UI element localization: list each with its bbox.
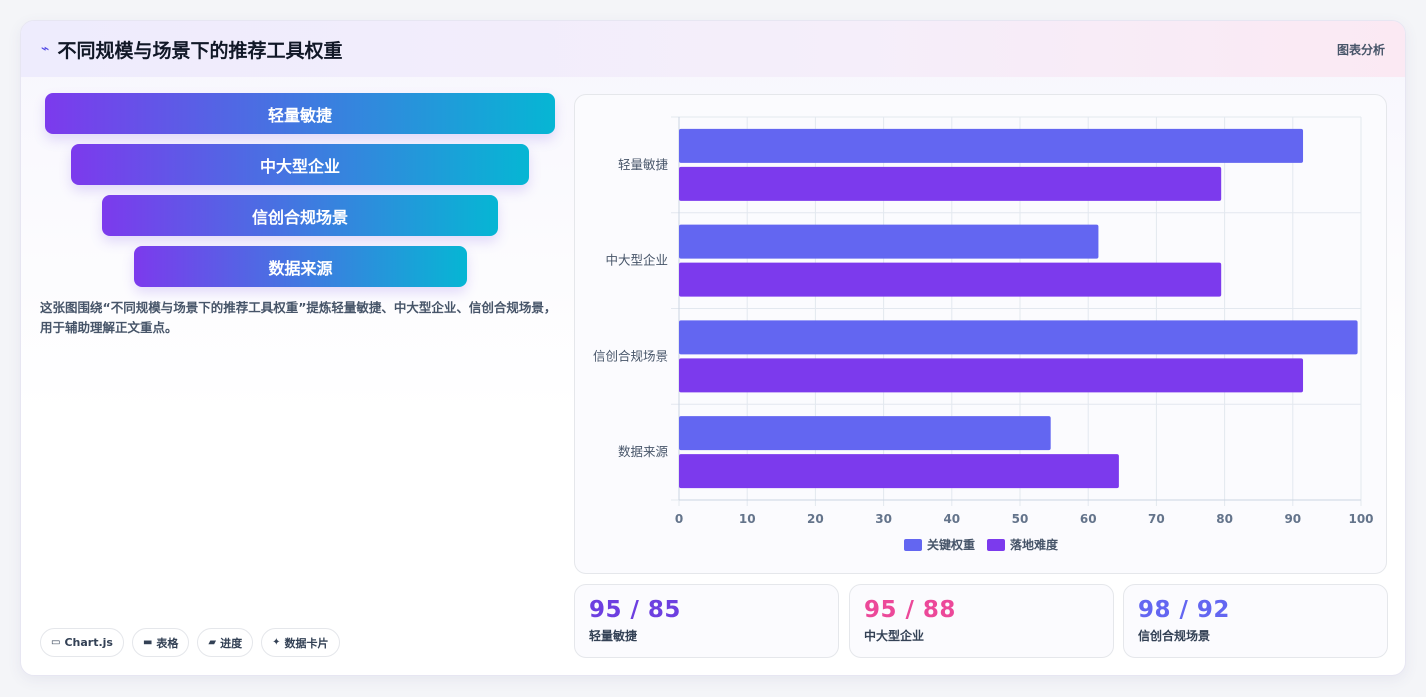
chip-chartjs[interactable]: ▭ Chart.js xyxy=(40,628,124,657)
x-tick-label: 20 xyxy=(807,512,824,526)
x-tick-label: 70 xyxy=(1148,512,1165,526)
card-header: ⌁ 不同规模与场景下的推荐工具权重 图表分析 xyxy=(21,21,1405,77)
stat-card-1: 95 / 85 轻量敏捷 xyxy=(574,584,839,658)
x-tick-label: 30 xyxy=(875,512,892,526)
sparkle-icon: ✦ xyxy=(272,637,281,648)
chip-label: 数据卡片 xyxy=(284,636,329,650)
legend-swatch xyxy=(904,539,922,551)
chip-data-cards[interactable]: ✦ 数据卡片 xyxy=(261,628,340,657)
bar xyxy=(679,358,1304,393)
bar xyxy=(679,128,1304,163)
folder-icon: ▰ xyxy=(208,637,217,648)
stat-label: 中大型企业 xyxy=(864,629,925,643)
stat-value: 98 / 92 xyxy=(1138,597,1230,623)
bar xyxy=(679,454,1119,489)
y-tick-label: 信创合规场景 xyxy=(593,348,668,363)
x-tick-label: 100 xyxy=(1348,512,1373,526)
stat-value: 95 / 88 xyxy=(864,597,956,623)
legend-swatch xyxy=(987,539,1005,551)
chip-label: 进度 xyxy=(220,636,243,650)
y-tick-label: 数据来源 xyxy=(618,444,669,459)
chart-card: ⌁ 不同规模与场景下的推荐工具权重 图表分析 轻量敏捷 中大型企业 信创合规场景… xyxy=(20,20,1406,676)
stat-value: 95 / 85 xyxy=(589,597,681,623)
bar xyxy=(679,262,1222,297)
trend-line-icon: ⌁ xyxy=(41,41,50,57)
funnel-step-3: 信创合规场景 xyxy=(102,195,498,236)
bar xyxy=(679,320,1358,355)
funnel-step-4: 数据来源 xyxy=(134,246,467,287)
bar xyxy=(679,224,1099,259)
table-icon: ▬ xyxy=(142,637,153,648)
bar xyxy=(679,166,1222,201)
x-tick-label: 90 xyxy=(1284,512,1301,526)
y-tick-label: 中大型企业 xyxy=(605,253,668,268)
x-tick-label: 10 xyxy=(739,512,756,526)
x-tick-label: 40 xyxy=(943,512,960,526)
stat-label: 轻量敏捷 xyxy=(589,629,638,643)
header-tag: 图表分析 xyxy=(1336,42,1385,57)
stat-card-2: 95 / 88 中大型企业 xyxy=(849,584,1114,658)
chip-progress[interactable]: ▰ 进度 xyxy=(197,628,254,657)
header-title-group: ⌁ 不同规模与场景下的推荐工具权重 xyxy=(41,36,342,63)
stat-card-3: 98 / 92 信创合规场景 xyxy=(1123,584,1388,658)
x-tick-label: 50 xyxy=(1012,512,1029,526)
legend-label: 关键权重 xyxy=(927,537,975,552)
bar-chart: 0 10 20 30 40 50 60 70 80 90 100 轻量敏捷中大型企业信创合规场景数据来… xyxy=(574,94,1387,574)
x-tick-label: 60 xyxy=(1080,512,1097,526)
feature-chips: ▭ Chart.js ▬ 表格 ▰ 进度 ✦ 数据卡片 xyxy=(40,628,340,657)
chip-table[interactable]: ▬ 表格 xyxy=(131,628,190,657)
chip-label: Chart.js xyxy=(64,636,113,649)
legend-label: 落地难度 xyxy=(1010,537,1059,552)
bar xyxy=(679,416,1051,451)
y-tick-label: 轻量敏捷 xyxy=(618,157,669,172)
funnel-step-1: 轻量敏捷 xyxy=(45,93,555,134)
chart-description: 这张图围绕“不同规模与场景下的推荐工具权重”提炼轻量敏捷、中大型企业、信创合规场… xyxy=(40,300,557,335)
x-tick-label: 0 xyxy=(675,512,683,526)
x-tick-label: 80 xyxy=(1216,512,1233,526)
window-icon: ▭ xyxy=(51,637,61,648)
funnel-step-2: 中大型企业 xyxy=(71,144,529,185)
bar-chart-svg: 0 10 20 30 40 50 60 70 80 90 100 轻量敏捷中大型企业信创合规场景数据来… xyxy=(593,116,1374,552)
page-title: 不同规模与场景下的推荐工具权重 xyxy=(57,39,343,62)
chip-label: 表格 xyxy=(156,636,179,650)
stat-label: 信创合规场景 xyxy=(1138,629,1211,643)
